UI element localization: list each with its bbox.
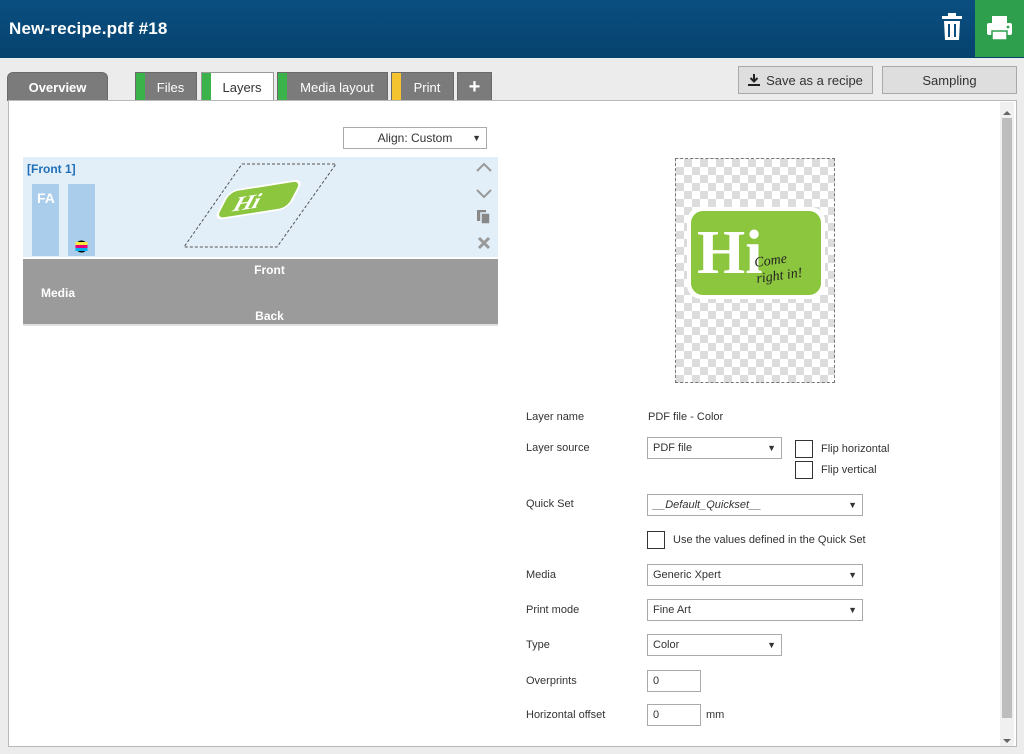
use-quickset-checkbox[interactable] bbox=[647, 531, 665, 549]
print-mode-select[interactable]: Fine Art ▼ bbox=[647, 599, 863, 621]
layer-source-select[interactable]: PDF file ▼ bbox=[647, 437, 782, 459]
media-label: Media bbox=[41, 286, 76, 300]
save-as-recipe-label: Save as a recipe bbox=[766, 72, 863, 88]
layer-name-label: Layer name bbox=[526, 411, 585, 423]
tab-print-label: Print bbox=[413, 79, 441, 95]
svg-text:Hi: Hi bbox=[697, 219, 762, 287]
tab-media-layout[interactable]: Media layout bbox=[277, 72, 388, 101]
scroll-down-icon[interactable] bbox=[1002, 734, 1012, 748]
fa-label: FA bbox=[37, 190, 55, 206]
quick-set-label: Quick Set bbox=[526, 498, 574, 510]
dropdown-arrow-icon: ▼ bbox=[767, 443, 776, 453]
download-icon bbox=[748, 74, 761, 86]
plus-icon: + bbox=[468, 75, 481, 98]
title-bar: New-recipe.pdf #18 bbox=[0, 0, 1024, 58]
duplicate-icon[interactable] bbox=[476, 209, 492, 225]
dropdown-arrow-icon: ▼ bbox=[848, 500, 857, 510]
tab-status-bar bbox=[392, 73, 401, 101]
trash-icon[interactable] bbox=[940, 12, 964, 42]
layer-name-value: PDF file - Color bbox=[648, 411, 724, 423]
print-mode-label: Print mode bbox=[526, 604, 580, 616]
overprints-label: Overprints bbox=[526, 675, 577, 687]
quick-set-select[interactable]: __Default_Quickset__ ▼ bbox=[647, 494, 863, 516]
media-value: Generic Xpert bbox=[653, 569, 721, 581]
tab-overview-label: Overview bbox=[28, 79, 87, 95]
quick-set-value: __Default_Quickset__ bbox=[653, 499, 762, 511]
flip-vertical-label: Flip vertical bbox=[821, 464, 877, 476]
tab-layers[interactable]: Layers bbox=[201, 72, 274, 102]
move-up-icon[interactable] bbox=[474, 160, 494, 176]
tab-layers-label: Layers bbox=[222, 80, 262, 95]
add-tab-button[interactable]: + bbox=[457, 72, 492, 101]
layer-thumbnail: Hi bbox=[183, 163, 337, 248]
layer-preview: Hi Come right in! bbox=[675, 158, 835, 383]
layer-source-label: Layer source bbox=[526, 442, 590, 454]
tab-overview[interactable]: Overview bbox=[7, 72, 108, 101]
color-layer-block[interactable] bbox=[68, 184, 95, 256]
print-button[interactable] bbox=[975, 0, 1024, 57]
tab-files[interactable]: Files bbox=[135, 72, 197, 101]
dropdown-arrow-icon: ▼ bbox=[848, 605, 857, 615]
flip-horizontal-label: Flip horizontal bbox=[821, 443, 890, 455]
type-value: Color bbox=[653, 639, 680, 651]
scrollbar-thumb[interactable] bbox=[1002, 118, 1012, 718]
tab-status-bar bbox=[278, 73, 287, 101]
media-field-label: Media bbox=[526, 569, 556, 581]
save-as-recipe-button[interactable]: Save as a recipe bbox=[738, 66, 873, 94]
media-select[interactable]: Generic Xpert ▼ bbox=[647, 564, 863, 586]
horizontal-offset-label: Horizontal offset bbox=[526, 709, 606, 721]
align-select-value: Align: Custom bbox=[377, 131, 453, 145]
dropdown-arrow-icon: ▼ bbox=[767, 640, 776, 650]
tab-status-bar bbox=[136, 73, 145, 101]
media-front-label: Front bbox=[254, 263, 285, 277]
dropdown-arrow-icon: ▼ bbox=[472, 133, 481, 143]
flip-horizontal-checkbox[interactable] bbox=[795, 440, 813, 458]
fa-layer-block[interactable]: FA bbox=[32, 184, 59, 256]
tab-media-layout-label: Media layout bbox=[300, 79, 374, 95]
tab-print[interactable]: Print bbox=[391, 72, 454, 101]
dropdown-arrow-icon: ▼ bbox=[848, 570, 857, 580]
cmyk-icon bbox=[75, 240, 88, 253]
overprints-input[interactable]: 0 bbox=[647, 670, 701, 692]
move-down-icon[interactable] bbox=[474, 185, 494, 201]
layer-front-label: [Front 1] bbox=[27, 162, 76, 176]
sampling-label: Sampling bbox=[922, 72, 977, 88]
type-label: Type bbox=[526, 639, 550, 651]
layer-source-value: PDF file bbox=[653, 442, 693, 454]
align-select[interactable]: Align: Custom ▼ bbox=[343, 127, 487, 149]
hi-logo: Hi Come right in! bbox=[687, 207, 825, 299]
tab-files-label: Files bbox=[156, 79, 185, 95]
sampling-button[interactable]: Sampling bbox=[882, 66, 1017, 94]
type-select[interactable]: Color ▼ bbox=[647, 634, 782, 656]
media-back-label: Back bbox=[255, 309, 284, 323]
print-mode-value: Fine Art bbox=[653, 604, 691, 616]
horizontal-offset-input[interactable]: 0 bbox=[647, 704, 701, 726]
delete-layer-icon[interactable] bbox=[476, 235, 492, 251]
tab-status-bar bbox=[202, 73, 211, 102]
use-quickset-label: Use the values defined in the Quick Set bbox=[673, 534, 866, 546]
flip-vertical-checkbox[interactable] bbox=[795, 461, 813, 479]
horizontal-offset-unit: mm bbox=[706, 709, 725, 721]
window-title: New-recipe.pdf #18 bbox=[9, 19, 168, 38]
printer-icon bbox=[987, 16, 1012, 41]
